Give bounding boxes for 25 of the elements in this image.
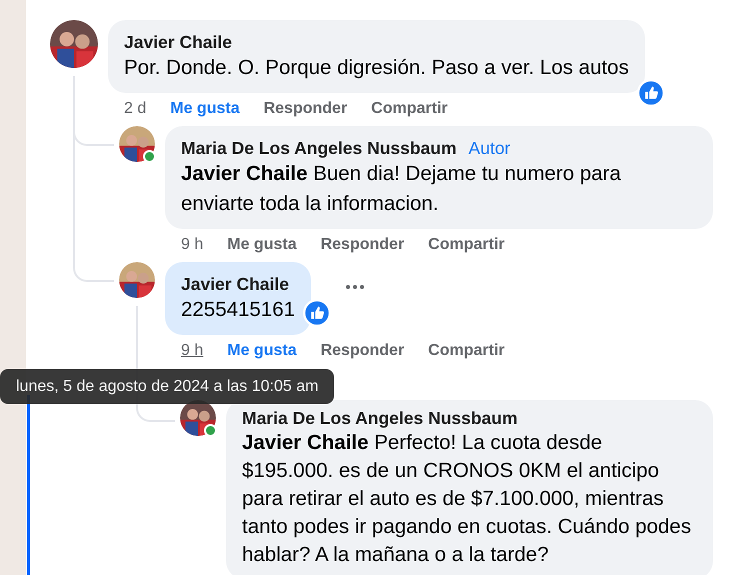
date-tooltip: lunes, 5 de agosto de 2024 a las 10:05 am (0, 369, 334, 404)
like-reaction-icon[interactable] (636, 79, 665, 107)
more-icon (345, 284, 366, 290)
author-name[interactable]: Javier Chaile (124, 31, 232, 53)
author-name[interactable]: Javier Chaile (181, 273, 289, 295)
like-reaction-icon[interactable] (303, 299, 332, 327)
author-label: Autor (468, 137, 510, 159)
comment-action-link[interactable]: Responder (320, 341, 404, 360)
timestamp-link[interactable]: 9 h (181, 235, 204, 254)
comment-text: Javier Chaile Buen dia! Dejame tu numero para enviarte toda la informacion. (181, 161, 622, 217)
comment-action-link[interactable]: Responder (320, 235, 404, 254)
comment-action-link[interactable]: Compartir (428, 341, 505, 360)
timestamp-link[interactable]: 2 d (124, 99, 146, 118)
comment-text: Javier Chaile Perfecto! La cuota desde $195.000. es de un CRONOS 0KM el anticipo para retirar el auto es de $7.100.000, mientras tanto podes ir pagando en cuotas. Cuándo podes hablar? A la mañana o a la tarde? (242, 430, 692, 568)
comment-action-link[interactable]: Responder (264, 99, 348, 118)
comment-action-link[interactable]: Me gusta (227, 341, 297, 360)
comment-action-link[interactable]: Me gusta (170, 99, 240, 118)
author-name[interactable]: Maria De Los Angeles Nussbaum (181, 137, 457, 159)
comment-text: Por. Donde. O. Porque digresión. Paso a ver. Los autos (124, 55, 629, 81)
comment-action-link[interactable]: Compartir (428, 235, 505, 254)
comment-text: 2255415161 (181, 297, 296, 323)
timestamp-link[interactable]: 9 h (181, 341, 204, 360)
author-name[interactable]: Maria De Los Angeles Nussbaum (242, 407, 518, 429)
comment-action-link[interactable]: Me gusta (227, 235, 297, 254)
comment-action-link[interactable]: Compartir (371, 99, 448, 118)
